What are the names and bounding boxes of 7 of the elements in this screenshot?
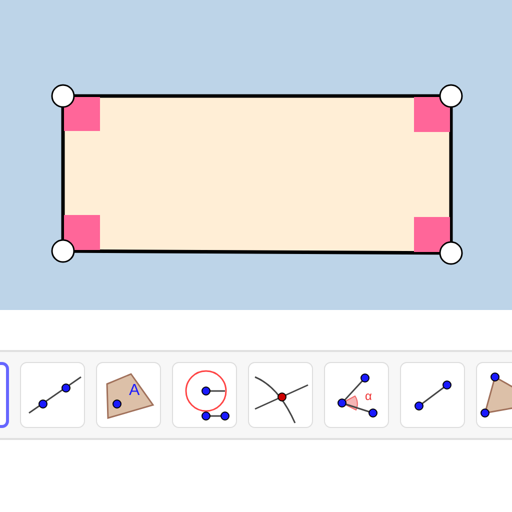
- polygon-tool-button[interactable]: A: [96, 362, 161, 428]
- graphics-canvas[interactable]: [0, 0, 512, 310]
- circle-tool-button[interactable]: [172, 362, 237, 428]
- angle-tool-button[interactable]: α: [324, 362, 389, 428]
- segment-tool-button[interactable]: [400, 362, 465, 428]
- line-tool-button[interactable]: [20, 362, 85, 428]
- intersect-tool-button[interactable]: [248, 362, 313, 428]
